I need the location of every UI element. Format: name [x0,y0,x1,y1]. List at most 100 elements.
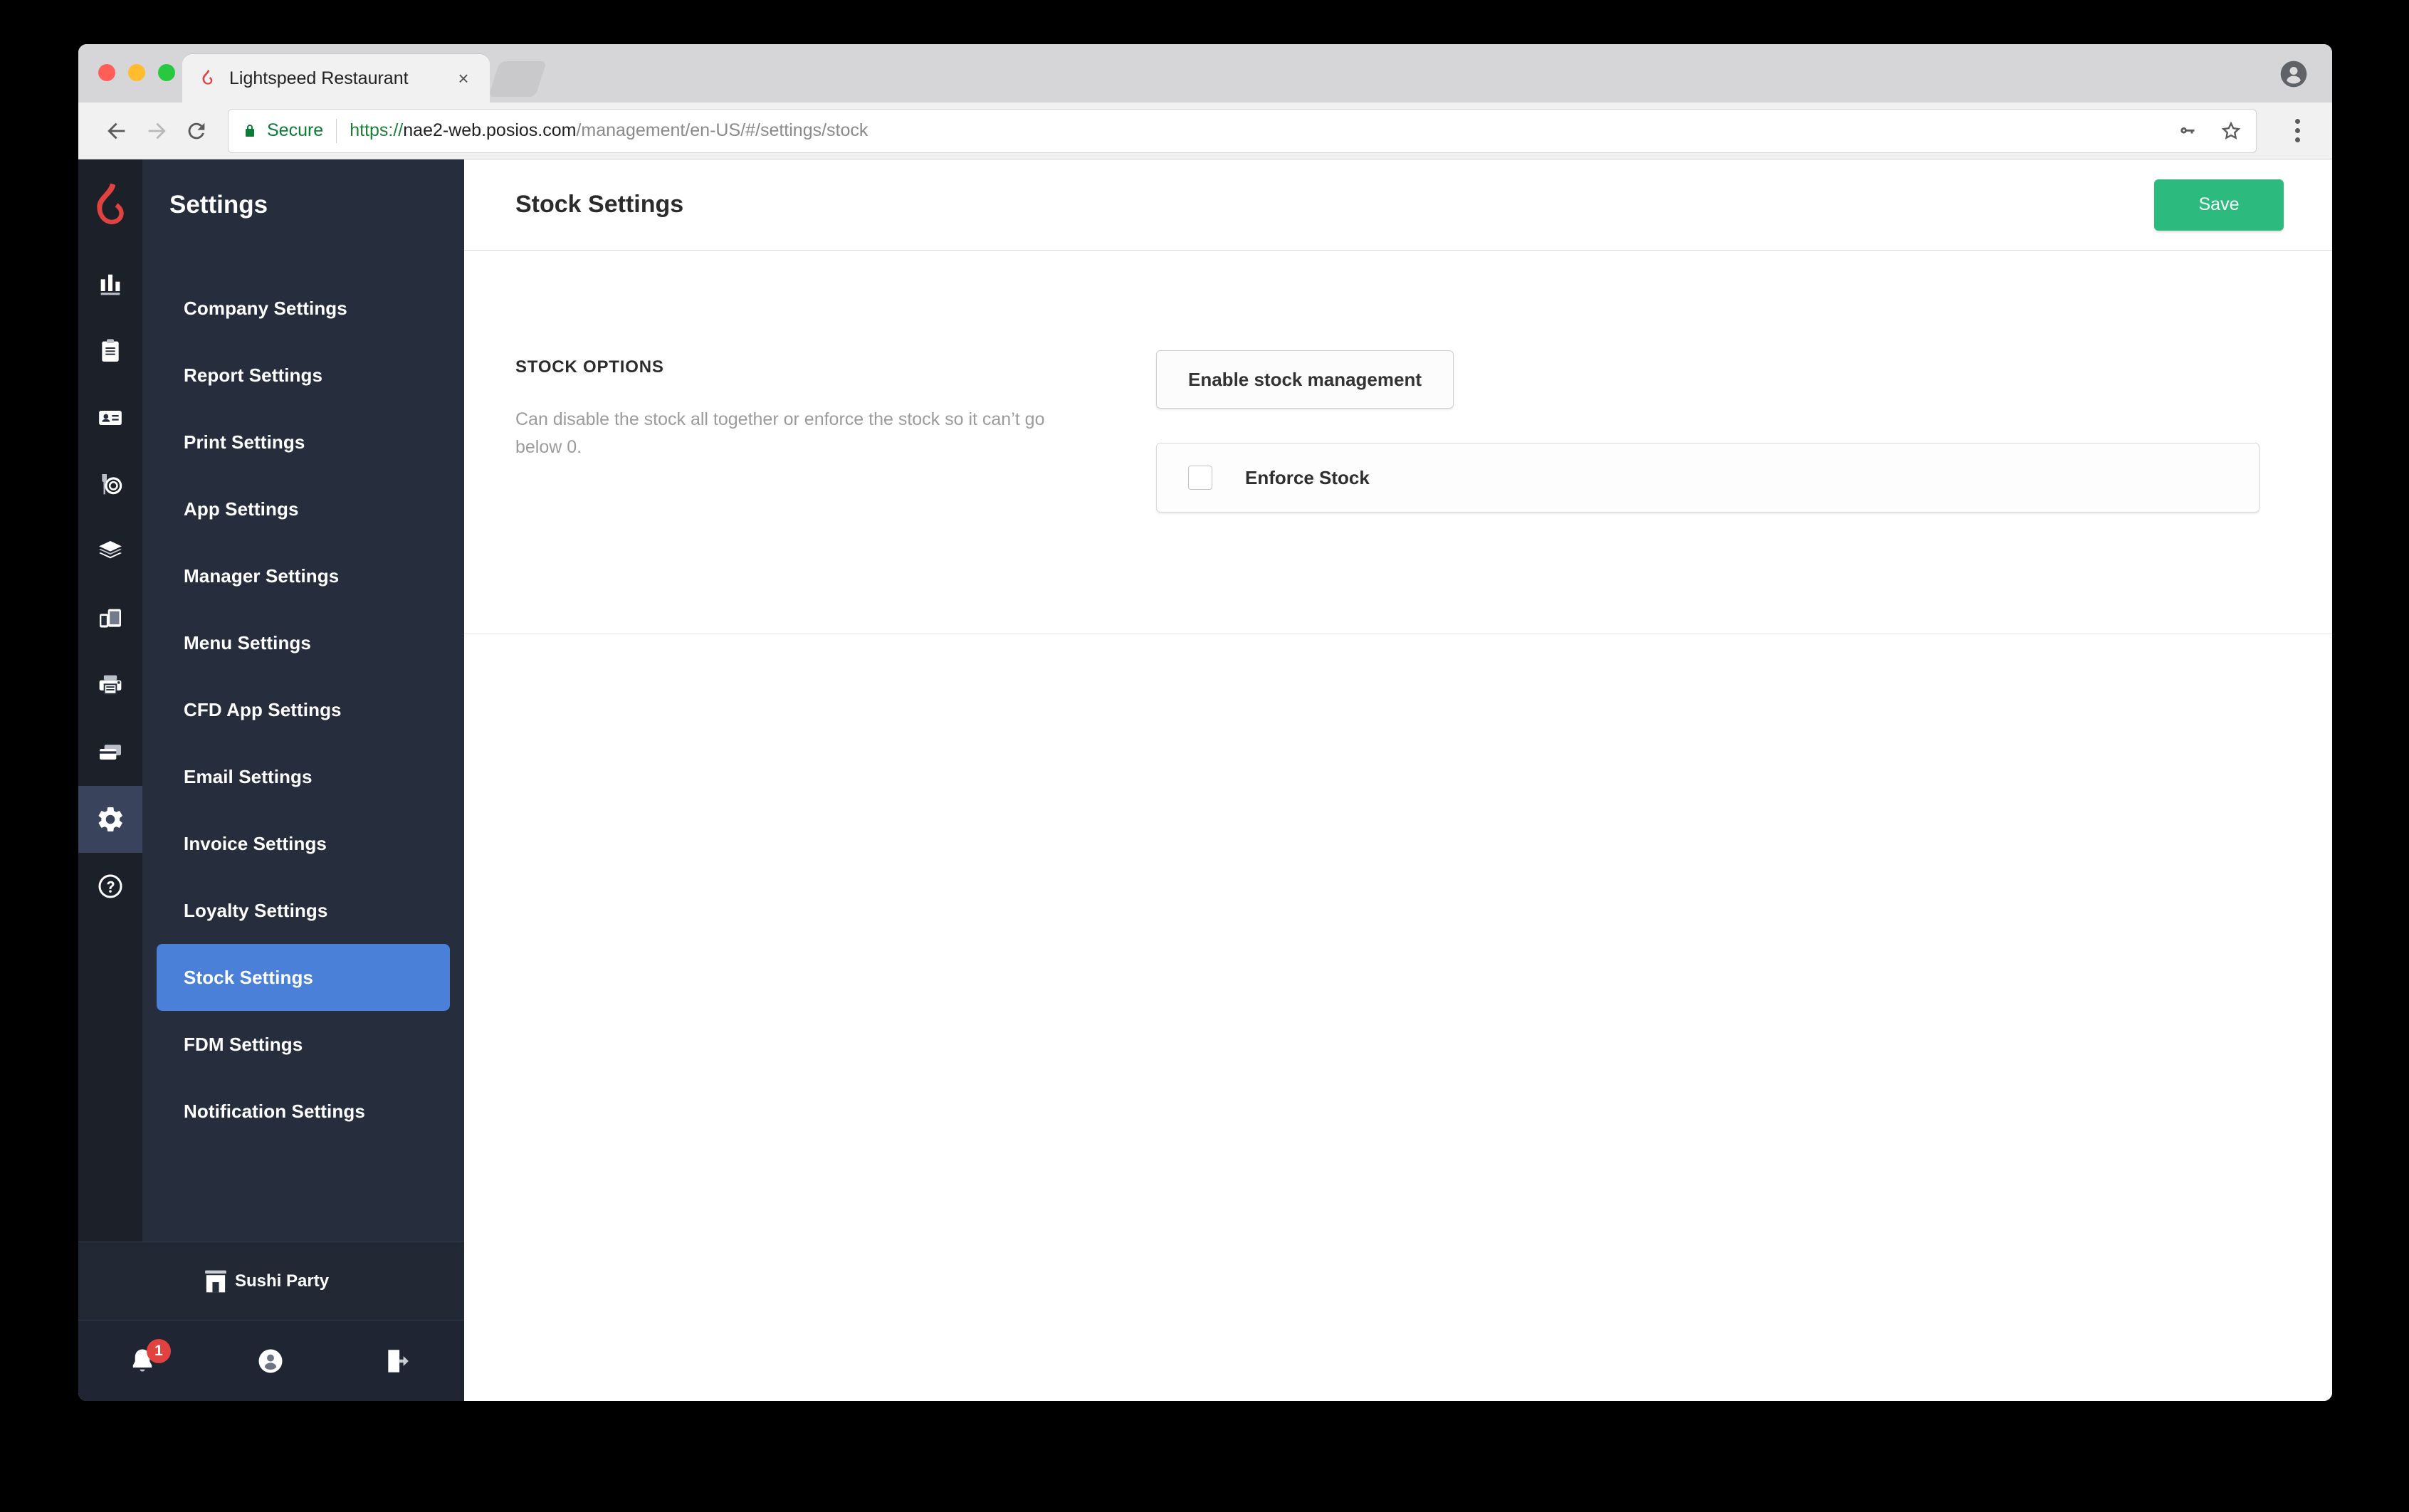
notification-badge: 1 [147,1338,171,1363]
sidebar-item-menu-settings[interactable]: Menu Settings [157,609,450,676]
sidebar-item-app-settings[interactable]: App Settings [157,476,450,542]
rail-icon-layers[interactable] [78,518,142,585]
clipboard-icon [102,339,119,362]
key-icon[interactable] [2176,119,2200,143]
rail-icon-id-card[interactable] [78,384,142,451]
save-button[interactable]: Save [2154,179,2284,231]
layers-icon [99,541,122,559]
stock-options-section: STOCK OPTIONS Can disable the stock all … [464,251,2332,634]
section-controls-column: Enable stock management Enforce Stock [1156,350,2281,513]
enforce-stock-row[interactable]: Enforce Stock [1156,443,2260,513]
three-dot-menu-icon[interactable] [2281,111,2314,151]
sidebar-item-stock-settings[interactable]: Stock Settings [157,944,450,1011]
sidebar-item-cfd-app-settings[interactable]: CFD App Settings [157,676,450,743]
sidebar-item-label: Notification Settings [184,1100,365,1122]
forward-arrow-icon[interactable] [137,111,177,151]
page-header: Stock Settings Save [464,159,2332,251]
omnibox-divider [336,118,337,143]
sidebar-item-label: Menu Settings [184,631,311,653]
rail-icon-dining[interactable] [78,451,142,518]
card-stack-icon [100,745,121,760]
notifications-button[interactable]: 1 [78,1321,206,1402]
rail-icon-printer[interactable] [78,652,142,719]
sidebar-item-label: Invoice Settings [184,832,327,854]
sidebar-item-label: Report Settings [184,364,323,386]
tab-close-icon[interactable]: × [453,68,474,89]
devices-icon [100,609,121,628]
rail-icon-help[interactable] [78,853,142,920]
sidebar-item-notification-settings[interactable]: Notification Settings [157,1078,450,1145]
rail-icon-devices[interactable] [78,585,142,652]
window-traffic-lights [98,64,175,81]
id-card-icon [99,411,122,425]
help-circle-icon [98,874,122,898]
browser-tab[interactable]: Lightspeed Restaurant × [182,54,490,103]
icon-rail [78,159,142,1401]
close-window-button[interactable] [98,64,115,81]
sidebar-actions: 1 [78,1320,464,1401]
sidebar-footer: Sushi Party 1 [78,1241,464,1401]
bookmark-star-icon[interactable] [2219,119,2243,143]
url-path: /management/en-US/#/settings/stock [576,120,868,140]
secure-label: Secure [267,120,324,140]
back-arrow-icon[interactable] [97,111,137,151]
sidebar-item-label: CFD App Settings [184,698,342,720]
sidebar-item-print-settings[interactable]: Print Settings [157,409,450,476]
url-scheme: https:// [350,120,404,140]
rail-icon-bar-chart[interactable] [78,251,142,317]
sidebar-item-company-settings[interactable]: Company Settings [157,275,450,342]
sidebar-item-label: Manager Settings [184,565,340,587]
lightspeed-flame-logo [78,159,142,251]
settings-menu-panel: Settings Company Settings Report Setting… [142,159,464,1401]
sidebar-item-label: Email Settings [184,765,313,787]
minimize-window-button[interactable] [128,64,145,81]
sidebar-item-label: App Settings [184,498,299,520]
account-button[interactable] [206,1321,335,1402]
new-tab-button[interactable] [488,61,547,97]
url-host: nae2-web.posios.com [403,120,577,140]
page-title: Stock Settings [515,191,684,218]
dining-icon [102,474,122,495]
lock-icon [246,124,254,137]
maximize-window-button[interactable] [158,64,175,81]
store-selector[interactable]: Sushi Party [78,1241,464,1320]
content-filler [464,634,2332,1401]
menu-title: Settings [169,191,268,219]
sidebar-item-label: Print Settings [184,431,305,453]
sidebar-item-report-settings[interactable]: Report Settings [157,342,450,409]
lightspeed-flame-icon [202,69,213,85]
sidebar-item-label: Stock Settings [184,966,313,988]
logout-icon [388,1349,409,1372]
section-description-column: STOCK OPTIONS Can disable the stock all … [515,350,1156,513]
url-text: https://nae2-web.posios.com/management/e… [350,120,868,141]
section-label: STOCK OPTIONS [515,357,664,377]
sidebar-item-manager-settings[interactable]: Manager Settings [157,542,450,609]
sidebar-item-label: FDM Settings [184,1033,303,1055]
browser-tabstrip: Lightspeed Restaurant × [78,44,2332,103]
sidebar-item-invoice-settings[interactable]: Invoice Settings [157,810,450,877]
browser-window: Lightspeed Restaurant × Secure https://n… [78,44,2332,1401]
menu-header: Settings [142,159,464,251]
enforce-stock-label: Enforce Stock [1245,466,1370,488]
rail-icon-clipboard[interactable] [78,317,142,384]
browser-profile-icon[interactable] [2279,60,2308,88]
main-content: Stock Settings Save STOCK OPTIONS Can di… [464,159,2332,1401]
sidebar-item-email-settings[interactable]: Email Settings [157,743,450,810]
enable-stock-management-button[interactable]: Enable stock management [1156,350,1454,409]
sidebar-item-loyalty-settings[interactable]: Loyalty Settings [157,877,450,944]
printer-icon [99,675,122,695]
bar-chart-icon [100,274,120,295]
menu-list: Company Settings Report Settings Print S… [142,251,464,1401]
rail-icon-gear[interactable] [78,786,142,853]
tab-title: Lightspeed Restaurant [229,68,409,88]
section-description: Can disable the stock all together or en… [515,409,1045,457]
user-circle-icon [258,1349,283,1372]
reload-icon[interactable] [177,111,216,151]
address-bar[interactable]: Secure https://nae2-web.posios.com/manag… [228,108,2257,153]
gear-icon [98,807,122,832]
logout-button[interactable] [335,1321,463,1402]
sidebar-item-fdm-settings[interactable]: FDM Settings [157,1011,450,1078]
rail-icon-card-stack[interactable] [78,719,142,786]
sidebar-item-label: Loyalty Settings [184,899,328,921]
enforce-stock-checkbox[interactable] [1188,466,1212,490]
